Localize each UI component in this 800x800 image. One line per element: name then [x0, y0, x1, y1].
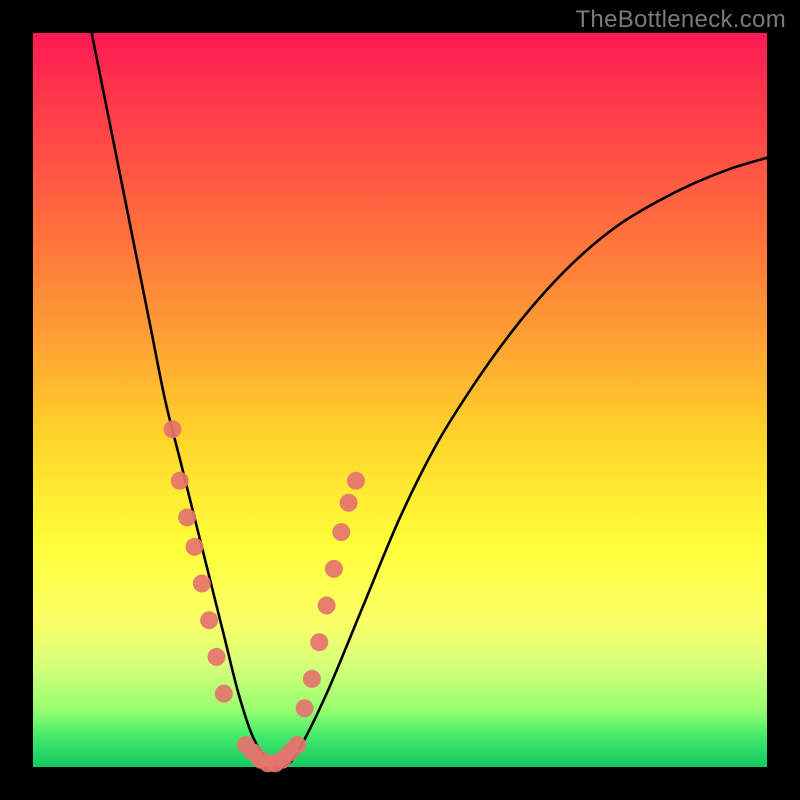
chart-frame: TheBottleneck.com — [0, 0, 800, 800]
marker-cluster-bottom — [237, 736, 306, 772]
chart-svg — [33, 33, 767, 767]
watermark-text: TheBottleneck.com — [575, 6, 786, 34]
bottleneck-curve — [92, 33, 767, 767]
plot-area — [33, 33, 767, 767]
marker-cluster-right — [296, 472, 365, 718]
marker-cluster-left — [163, 420, 232, 702]
